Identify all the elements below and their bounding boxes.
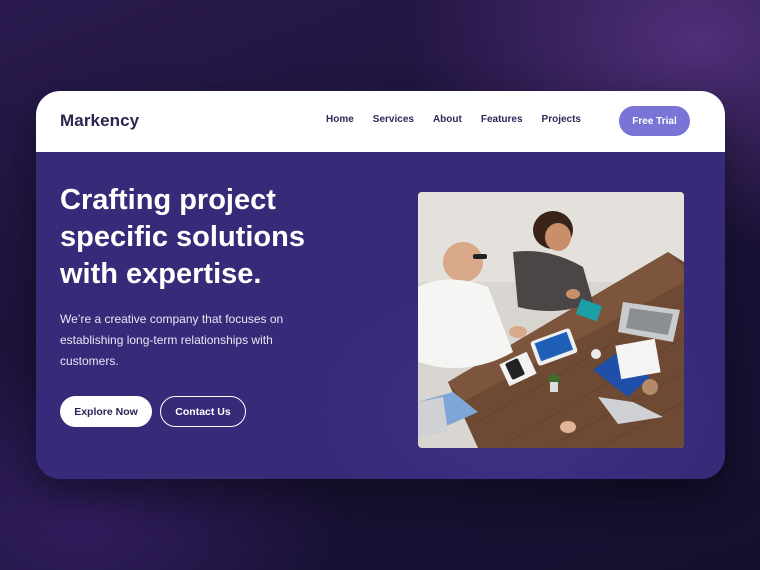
team-meeting-illustration — [418, 192, 684, 448]
explore-now-button[interactable]: Explore Now — [60, 396, 152, 427]
nav-link-about[interactable]: About — [433, 114, 462, 125]
nav-link-features[interactable]: Features — [481, 114, 523, 125]
team-meeting-photo — [418, 192, 684, 448]
nav-link-projects[interactable]: Projects — [542, 114, 581, 125]
navbar: Markency Home Services About Features Pr… — [36, 91, 725, 152]
brand-logo[interactable]: Markency — [60, 111, 139, 131]
hero-section: Crafting project specific solutions with… — [36, 152, 725, 479]
contact-us-button[interactable]: Contact Us — [160, 396, 246, 427]
free-trial-button[interactable]: Free Trial — [619, 106, 690, 136]
nav-link-services[interactable]: Services — [373, 114, 414, 125]
nav-link-home[interactable]: Home — [326, 114, 354, 125]
hero-description: We’re a creative company that focuses on… — [60, 312, 284, 368]
landing-card: Markency Home Services About Features Pr… — [36, 91, 725, 479]
nav-links: Home Services About Features Projects — [326, 114, 600, 125]
hero-headline: Crafting project specific solutions with… — [60, 184, 305, 290]
